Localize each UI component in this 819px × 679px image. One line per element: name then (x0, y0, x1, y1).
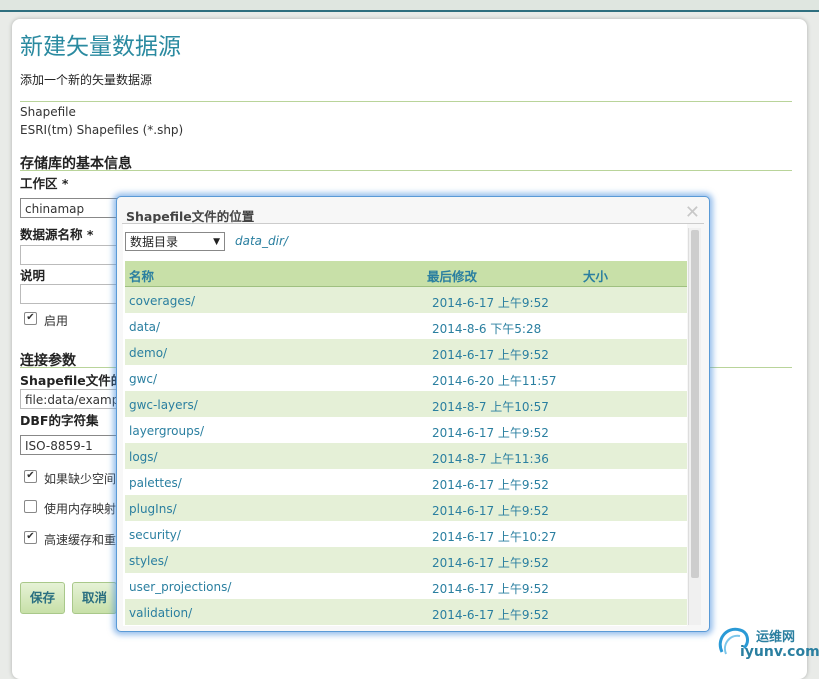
option1-label: 如果缺少空间 (44, 472, 117, 486)
watermark-text-url: iyunv.com (740, 644, 819, 660)
file-name[interactable]: gwc-layers/ (129, 398, 198, 412)
file-row[interactable]: validation/2014-6-17 上午9:52 (125, 599, 687, 625)
file-name[interactable]: demo/ (129, 346, 167, 360)
file-row[interactable]: coverages/2014-6-17 上午9:52 (125, 287, 687, 313)
file-modified: 2014-8-7 上午10:57 (432, 400, 549, 414)
source-type: Shapefile (20, 105, 76, 119)
file-modified: 2014-8-6 下午5:28 (432, 322, 542, 336)
file-row[interactable]: data/2014-8-6 下午5:28 (125, 313, 687, 339)
page-title: 新建矢量数据源 (20, 34, 181, 60)
scrollbar[interactable] (688, 228, 701, 625)
file-browser: 数据目录 ▼ data_dir/ 名称 最后修改 大小 coverages/20… (123, 224, 687, 626)
current-path[interactable]: data_dir/ (235, 234, 288, 248)
option1-checkbox[interactable]: ✔ (24, 470, 37, 483)
file-name[interactable]: styles/ (129, 554, 168, 568)
divider (20, 101, 792, 102)
file-row[interactable]: styles/2014-6-17 上午9:52 (125, 547, 687, 573)
file-name[interactable]: validation/ (129, 606, 192, 620)
watermark-logo: 运维网 iyunv.com (712, 620, 819, 666)
source-type-description: ESRI(tm) Shapefiles (*.shp) (20, 123, 184, 137)
file-row[interactable]: user_projections/2014-6-17 上午9:52 (125, 573, 687, 599)
datasource-name-input[interactable] (20, 245, 120, 265)
file-row[interactable]: layergroups/2014-6-17 上午9:52 (125, 417, 687, 443)
file-modified: 2014-6-17 上午9:52 (432, 556, 549, 570)
column-header-name[interactable]: 名称 (129, 266, 154, 285)
file-name[interactable]: layergroups/ (129, 424, 204, 438)
cancel-button[interactable]: 取消 (72, 582, 117, 614)
dbf-charset-label: DBF的字符集 (20, 413, 99, 428)
file-modified: 2014-6-17 上午10:27 (432, 530, 557, 544)
file-modified: 2014-6-20 上午11:57 (432, 374, 557, 388)
enabled-label: 启用 (44, 314, 69, 328)
file-row[interactable]: gwc/2014-6-20 上午11:57 (125, 365, 687, 391)
file-name[interactable]: coverages/ (129, 294, 195, 308)
file-row[interactable]: palettes/2014-6-17 上午9:52 (125, 469, 687, 495)
directory-select[interactable]: 数据目录 ▼ (125, 232, 225, 251)
option2-checkbox[interactable] (24, 500, 37, 513)
file-row[interactable]: security/2014-6-17 上午10:27 (125, 521, 687, 547)
file-row[interactable]: gwc-layers/2014-8-7 上午10:57 (125, 391, 687, 417)
file-name[interactable]: user_projections/ (129, 580, 231, 594)
option3-label: 高速缓存和重 (44, 533, 117, 547)
file-chooser-dialog: Shapefile文件的位置 ✕ 数据目录 ▼ data_dir/ 名称 最后修… (116, 196, 710, 632)
column-header-modified[interactable]: 最后修改 (427, 266, 477, 285)
description-label: 说明 (20, 268, 46, 283)
enabled-checkbox[interactable]: ✔ (24, 312, 37, 325)
column-header-size[interactable]: 大小 (583, 266, 608, 285)
file-modified: 2014-6-17 上午9:52 (432, 348, 549, 362)
description-input[interactable] (20, 284, 120, 304)
file-modified: 2014-6-17 上午9:52 (432, 504, 549, 518)
file-name[interactable]: data/ (129, 320, 160, 334)
shapefile-location-input[interactable]: file:data/example. (20, 389, 120, 409)
workspace-select[interactable]: chinamap (20, 198, 120, 218)
save-button[interactable]: 保存 (20, 582, 65, 614)
table-header: 名称 最后修改 大小 (125, 261, 687, 287)
file-modified: 2014-6-17 上午9:52 (432, 426, 549, 440)
file-name[interactable]: security/ (129, 528, 181, 542)
dbf-charset-select[interactable]: ISO-8859-1 (20, 435, 120, 455)
watermark-text-cn: 运维网 (756, 630, 796, 645)
close-icon[interactable]: ✕ (685, 202, 700, 223)
file-name[interactable]: logs/ (129, 450, 158, 464)
option3-checkbox[interactable]: ✔ (24, 531, 37, 544)
file-name[interactable]: plugIns/ (129, 502, 177, 516)
page-description: 添加一个新的矢量数据源 (20, 73, 153, 87)
file-modified: 2014-6-17 上午9:52 (432, 608, 549, 622)
top-bar (0, 0, 819, 12)
file-row[interactable]: demo/2014-6-17 上午9:52 (125, 339, 687, 365)
file-row[interactable]: plugIns/2014-6-17 上午9:52 (125, 495, 687, 521)
divider (20, 170, 792, 171)
file-modified: 2014-6-17 上午9:52 (432, 296, 549, 310)
file-modified: 2014-6-17 上午9:52 (432, 582, 549, 596)
workspace-label: 工作区 * (20, 176, 69, 191)
file-row[interactable]: logs/2014-8-7 上午11:36 (125, 443, 687, 469)
scrollbar-thumb[interactable] (691, 230, 699, 578)
file-name[interactable]: palettes/ (129, 476, 182, 490)
file-modified: 2014-8-7 上午11:36 (432, 452, 549, 466)
directory-select-value: 数据目录 (130, 235, 179, 249)
file-name[interactable]: gwc/ (129, 372, 157, 386)
option2-label: 使用内存映射 (44, 502, 117, 516)
file-modified: 2014-6-17 上午9:52 (432, 478, 549, 492)
datasource-name-label: 数据源名称 * (20, 227, 94, 242)
dropdown-arrow-icon: ▼ (213, 237, 220, 247)
